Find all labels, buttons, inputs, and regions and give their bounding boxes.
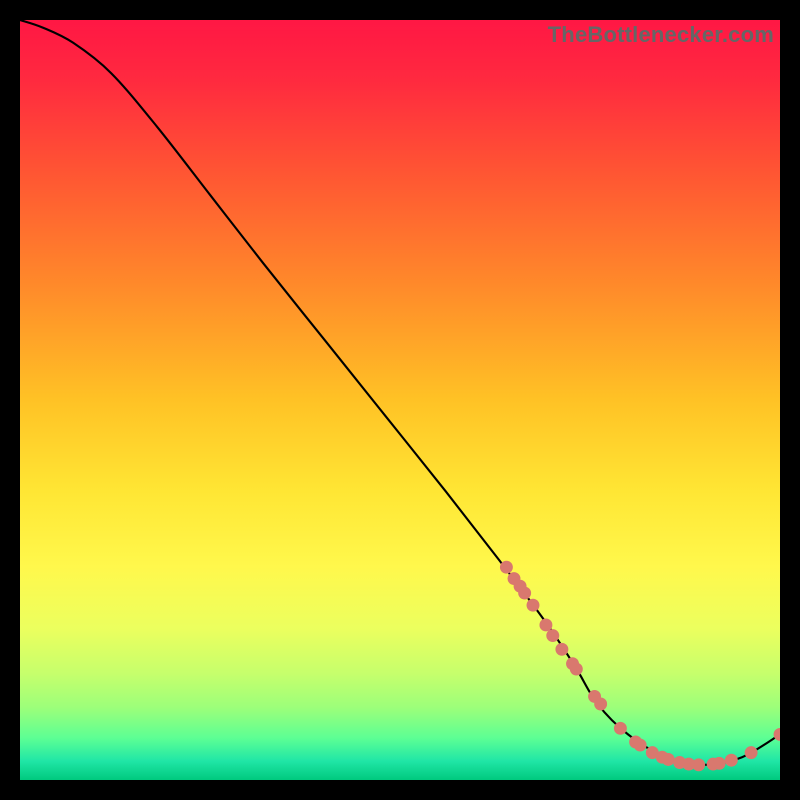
- marker-point: [570, 663, 583, 676]
- marker-point: [634, 739, 647, 752]
- marker-point: [692, 758, 705, 771]
- marker-point: [555, 643, 568, 656]
- marker-point: [500, 561, 513, 574]
- chart-stage: TheBottlenecker.com: [0, 0, 800, 800]
- plot-area: TheBottlenecker.com: [20, 20, 780, 780]
- chart-overlay: [20, 20, 780, 780]
- marker-point: [546, 629, 559, 642]
- marker-point: [662, 753, 675, 766]
- marker-point: [614, 722, 627, 735]
- marker-point: [594, 698, 607, 711]
- marker-point: [527, 599, 540, 612]
- marker-point: [713, 757, 726, 770]
- marker-point: [518, 587, 531, 600]
- sample-points: [500, 561, 780, 772]
- bottleneck-curve: [20, 20, 780, 765]
- marker-point: [725, 754, 738, 767]
- marker-point: [539, 619, 552, 632]
- marker-point: [745, 746, 758, 759]
